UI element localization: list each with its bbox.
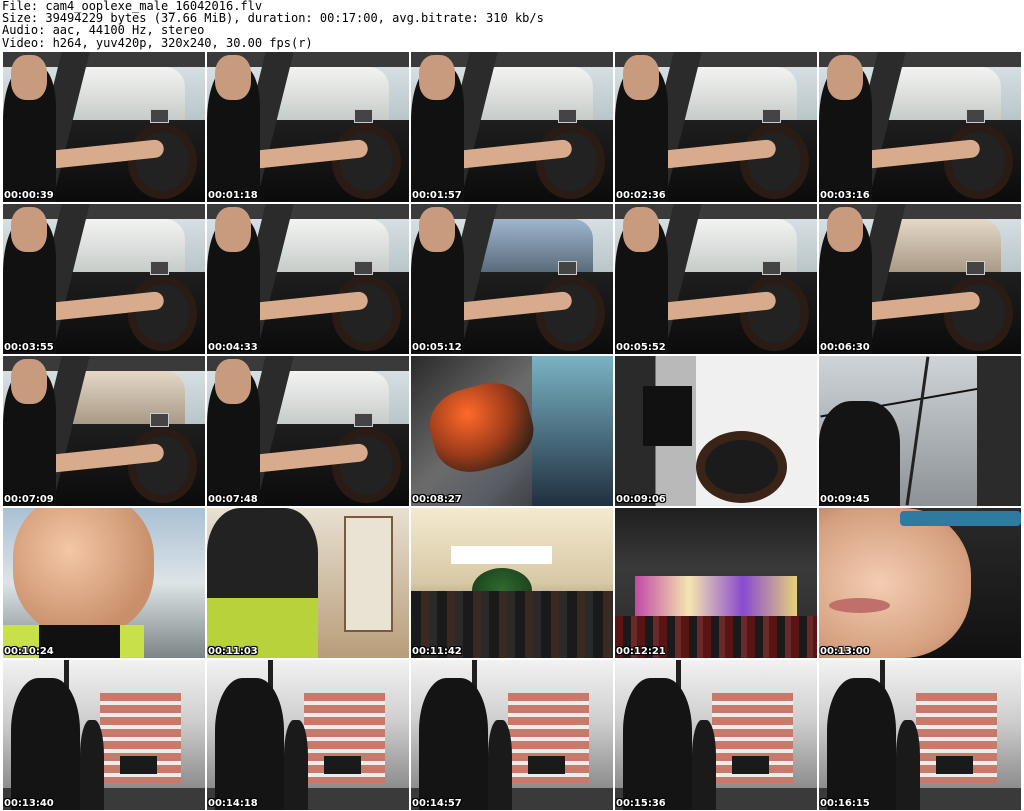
video-info-line: Video: h264, yuv420p, 320x240, 30.00 fps… xyxy=(2,35,313,50)
thumbnail-frame-image xyxy=(3,660,205,810)
thumbnail-frame-image xyxy=(819,356,1021,506)
thumbnail-frame-image xyxy=(411,508,613,658)
video-thumbnail: 00:07:48 xyxy=(207,356,409,506)
file-info-header: File: cam4_ooplexe_male_16042016.flv Siz… xyxy=(2,0,1022,50)
thumbnail-timestamp: 00:07:48 xyxy=(208,494,258,505)
thumbnail-frame-image xyxy=(207,660,409,810)
video-thumbnail: 00:07:09 xyxy=(3,356,205,506)
video-thumbnail: 00:10:24 xyxy=(3,508,205,658)
thumbnail-timestamp: 00:01:18 xyxy=(208,190,258,201)
video-thumbnail: 00:01:18 xyxy=(207,52,409,202)
thumbnail-timestamp: 00:08:27 xyxy=(412,494,462,505)
thumbnail-frame-image xyxy=(207,52,409,202)
video-thumbnail: 00:09:06 xyxy=(615,356,817,506)
thumbnail-frame-image xyxy=(615,508,817,658)
video-thumbnail: 00:01:57 xyxy=(411,52,613,202)
thumbnail-timestamp: 00:12:21 xyxy=(616,646,666,657)
thumbnail-timestamp: 00:13:40 xyxy=(4,798,54,809)
video-thumbnail: 00:15:36 xyxy=(615,660,817,810)
video-thumbnail: 00:06:30 xyxy=(819,204,1021,354)
video-thumbnail: 00:02:36 xyxy=(615,52,817,202)
thumbnail-timestamp: 00:13:00 xyxy=(820,646,870,657)
thumbnail-timestamp: 00:01:57 xyxy=(412,190,462,201)
thumbnail-timestamp: 00:16:15 xyxy=(820,798,870,809)
video-thumbnail: 00:04:33 xyxy=(207,204,409,354)
thumbnail-timestamp: 00:05:12 xyxy=(412,342,462,353)
thumbnail-frame-image xyxy=(411,356,613,506)
thumbnail-timestamp: 00:09:45 xyxy=(820,494,870,505)
thumbnail-frame-image xyxy=(615,52,817,202)
thumbnail-frame-image xyxy=(207,508,409,658)
contact-sheet: File: cam4_ooplexe_male_16042016.flv Siz… xyxy=(0,0,1024,811)
thumbnail-frame-image xyxy=(3,356,205,506)
video-thumbnail: 00:14:57 xyxy=(411,660,613,810)
video-thumbnail: 00:05:52 xyxy=(615,204,817,354)
thumbnail-timestamp: 00:11:42 xyxy=(412,646,462,657)
video-thumbnail: 00:05:12 xyxy=(411,204,613,354)
thumbnail-frame-image xyxy=(411,52,613,202)
thumbnail-timestamp: 00:07:09 xyxy=(4,494,54,505)
thumbnail-timestamp: 00:00:39 xyxy=(4,190,54,201)
thumbnail-timestamp: 00:03:55 xyxy=(4,342,54,353)
thumbnail-timestamp: 00:14:18 xyxy=(208,798,258,809)
thumbnail-frame-image xyxy=(411,204,613,354)
thumbnail-timestamp: 00:15:36 xyxy=(616,798,666,809)
video-thumbnail: 00:16:15 xyxy=(819,660,1021,810)
thumbnail-grid: 00:00:39 00:01:18 00:01:57 00:02:36 00:03:16… xyxy=(2,51,1022,811)
thumbnail-timestamp: 00:05:52 xyxy=(616,342,666,353)
video-thumbnail: 00:12:21 xyxy=(615,508,817,658)
video-thumbnail: 00:08:27 xyxy=(411,356,613,506)
thumbnail-timestamp: 00:14:57 xyxy=(412,798,462,809)
video-thumbnail: 00:13:40 xyxy=(3,660,205,810)
video-thumbnail: 00:11:42 xyxy=(411,508,613,658)
thumbnail-frame-image xyxy=(615,204,817,354)
thumbnail-timestamp: 00:09:06 xyxy=(616,494,666,505)
thumbnail-frame-image xyxy=(819,204,1021,354)
thumbnail-timestamp: 00:11:03 xyxy=(208,646,258,657)
thumbnail-frame-image xyxy=(615,356,817,506)
thumbnail-frame-image xyxy=(411,660,613,810)
video-thumbnail: 00:13:00 xyxy=(819,508,1021,658)
video-thumbnail: 00:03:55 xyxy=(3,204,205,354)
thumbnail-frame-image xyxy=(207,356,409,506)
thumbnail-frame-image xyxy=(819,660,1021,810)
thumbnail-frame-image xyxy=(819,52,1021,202)
thumbnail-frame-image xyxy=(819,508,1021,658)
video-thumbnail: 00:03:16 xyxy=(819,52,1021,202)
thumbnail-frame-image xyxy=(3,508,205,658)
thumbnail-frame-image xyxy=(3,204,205,354)
thumbnail-timestamp: 00:02:36 xyxy=(616,190,666,201)
video-thumbnail: 00:11:03 xyxy=(207,508,409,658)
thumbnail-timestamp: 00:03:16 xyxy=(820,190,870,201)
thumbnail-frame-image xyxy=(3,52,205,202)
video-thumbnail: 00:14:18 xyxy=(207,660,409,810)
thumbnail-timestamp: 00:04:33 xyxy=(208,342,258,353)
thumbnail-frame-image xyxy=(207,204,409,354)
video-thumbnail: 00:00:39 xyxy=(3,52,205,202)
audio-info-line: Audio: aac, 44100 Hz, stereo xyxy=(2,23,205,38)
thumbnail-timestamp: 00:06:30 xyxy=(820,342,870,353)
thumbnail-frame-image xyxy=(615,660,817,810)
thumbnail-timestamp: 00:10:24 xyxy=(4,646,54,657)
video-thumbnail: 00:09:45 xyxy=(819,356,1021,506)
